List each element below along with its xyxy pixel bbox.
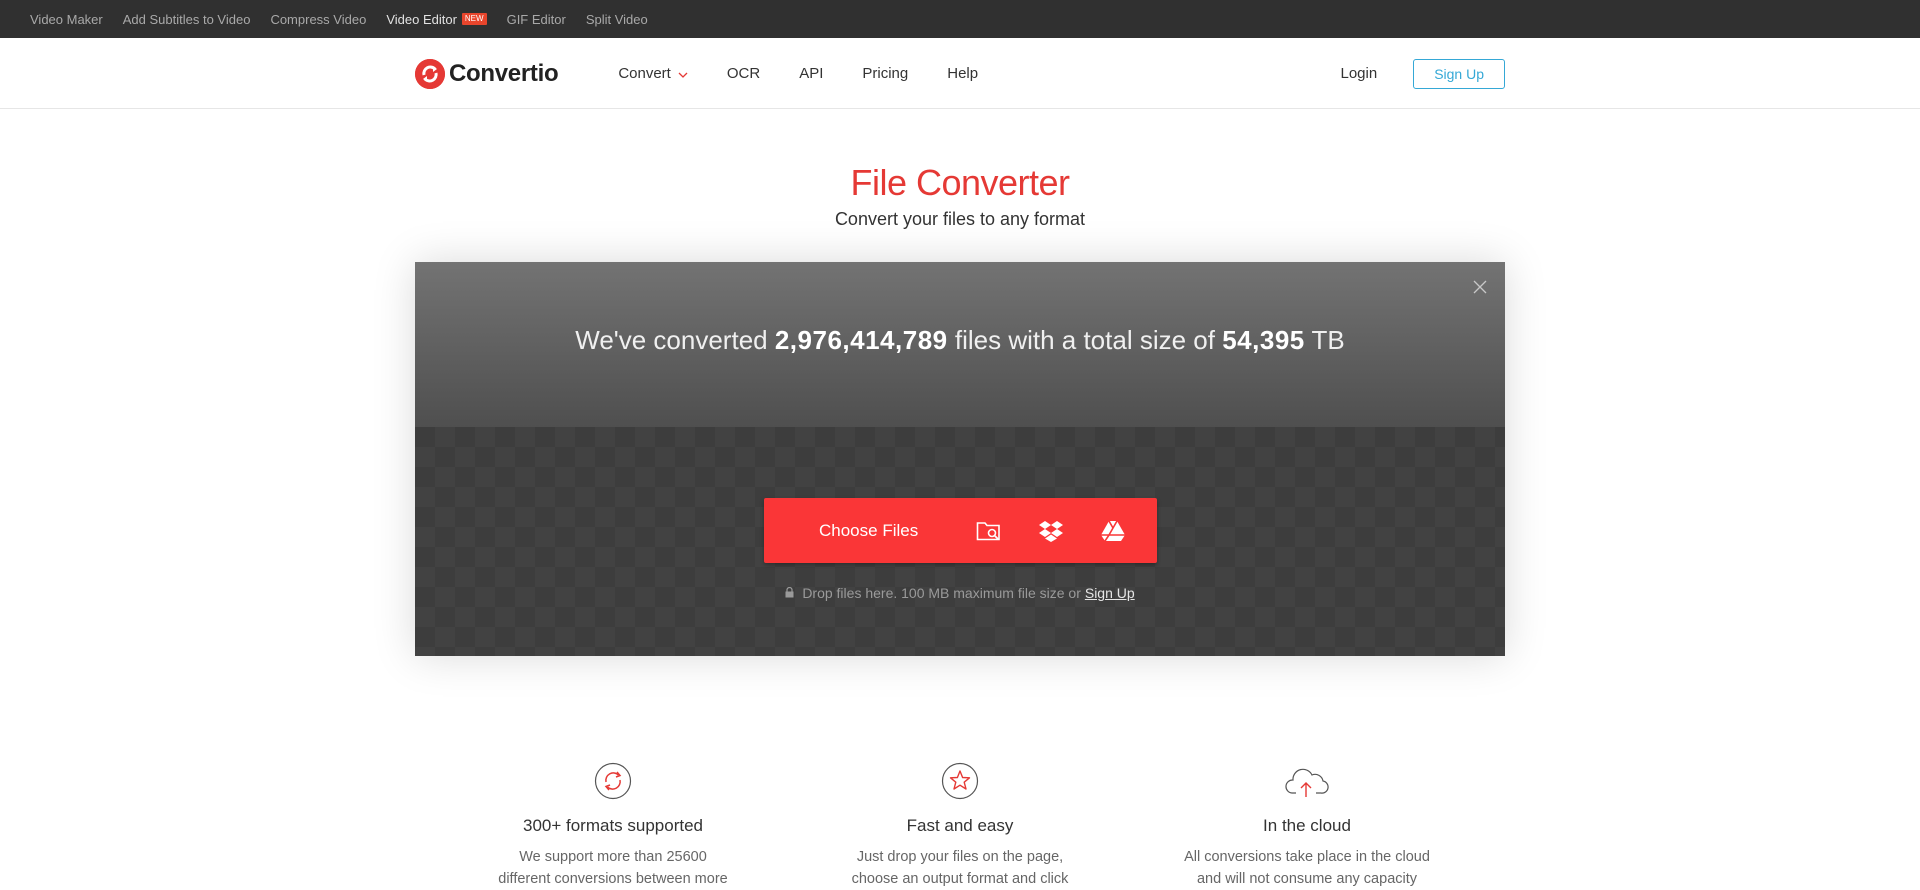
signup-button[interactable]: Sign Up	[1413, 58, 1505, 89]
top-bar: Video Maker Add Subtitles to Video Compr…	[0, 0, 1920, 38]
stats-banner: We've converted 2,976,414,789 files with…	[415, 262, 1505, 427]
nav-help[interactable]: Help	[947, 65, 978, 82]
feature-formats-title: 300+ formats supported	[522, 816, 704, 835]
drop-hint-text: Drop files here. 100 MB maximum file siz…	[802, 585, 1081, 601]
stats-text: We've converted 2,976,414,789 files with…	[415, 325, 1505, 356]
feature-fast-text: Just drop your files on the page, choose…	[810, 846, 1110, 890]
site-header: Convertio Convert OCR API Pricing Help L…	[0, 38, 1920, 109]
nav-pricing[interactable]: Pricing	[862, 65, 908, 82]
main-nav: Convert OCR API Pricing Help	[618, 65, 1017, 82]
auth-links: Login Sign Up	[1340, 58, 1505, 89]
choose-files-group: Choose Files	[764, 498, 1157, 563]
cloud-upload-icon	[1285, 762, 1329, 800]
feature-fast: Fast and easy Just drop your files on th…	[810, 762, 1110, 890]
feature-cloud-title: In the cloud	[1263, 816, 1351, 835]
topbar-link-compress-video[interactable]: Compress Video	[270, 12, 366, 27]
stats-total-size: 54,395	[1222, 325, 1305, 355]
feature-formats-line-2: different conversions between more	[498, 871, 728, 887]
feature-formats: 300+ formats supported We support more t…	[463, 762, 763, 890]
drop-zone[interactable]: Choose Files Drop files here. 100 MB max…	[415, 427, 1505, 656]
nav-ocr[interactable]: OCR	[727, 65, 760, 82]
feature-fast-line-1: Just drop your files on the page,	[856, 849, 1064, 865]
login-link[interactable]: Login	[1340, 65, 1377, 82]
converter-box: We've converted 2,976,414,789 files with…	[415, 262, 1505, 656]
logo-link[interactable]: Convertio	[415, 58, 559, 89]
star-icon	[941, 762, 979, 800]
page-subtitle: Convert your files to any format	[834, 209, 1086, 229]
new-badge: NEW	[461, 13, 487, 25]
close-icon[interactable]	[1471, 278, 1489, 296]
nav-api[interactable]: API	[799, 65, 823, 82]
topbar-link-split-video[interactable]: Split Video	[586, 12, 648, 27]
topbar-link-add-subtitles[interactable]: Add Subtitles to Video	[123, 12, 251, 27]
dropbox-icon[interactable]	[1020, 498, 1082, 563]
drop-hint-signup-link[interactable]: Sign Up	[1085, 585, 1135, 601]
folder-search-icon[interactable]	[958, 498, 1020, 563]
nav-convert[interactable]: Convert	[618, 65, 688, 82]
choose-files-button[interactable]: Choose Files	[819, 521, 918, 541]
google-drive-icon[interactable]	[1082, 498, 1144, 563]
chevron-down-icon	[678, 65, 688, 82]
lock-icon	[785, 585, 794, 601]
topbar-link-video-editor-label: Video Editor	[386, 11, 457, 27]
feature-formats-line-1: We support more than 25600	[519, 849, 707, 865]
topbar-link-video-maker[interactable]: Video Maker	[30, 12, 103, 27]
feature-fast-line-2: choose an output format and click	[851, 871, 1069, 887]
stats-unit: TB	[1311, 325, 1345, 355]
sync-icon	[594, 762, 632, 800]
logo-text: Convertio	[449, 59, 559, 87]
feature-fast-title: Fast and easy	[906, 816, 1014, 835]
convertio-logo-icon	[415, 58, 445, 89]
feature-cloud-line-2: and will not consume any capacity	[1196, 871, 1418, 887]
page-title: File Converter	[850, 162, 1070, 203]
stats-prefix: We've converted	[575, 325, 768, 355]
topbar-link-gif-editor[interactable]: GIF Editor	[507, 12, 566, 27]
feature-cloud-line-1: All conversions take place in the cloud	[1184, 849, 1430, 865]
drop-hint: Drop files here. 100 MB maximum file siz…	[415, 585, 1505, 601]
topbar-link-video-editor[interactable]: Video Editor NEW	[386, 11, 487, 27]
stats-middle: files with a total size of	[954, 325, 1215, 355]
stats-files-count: 2,976,414,789	[774, 325, 948, 355]
feature-formats-text: We support more than 25600 different con…	[463, 846, 763, 890]
feature-cloud: In the cloud All conversions take place …	[1157, 762, 1457, 890]
feature-cloud-text: All conversions take place in the cloud …	[1157, 846, 1457, 890]
nav-convert-label: Convert	[618, 65, 671, 82]
